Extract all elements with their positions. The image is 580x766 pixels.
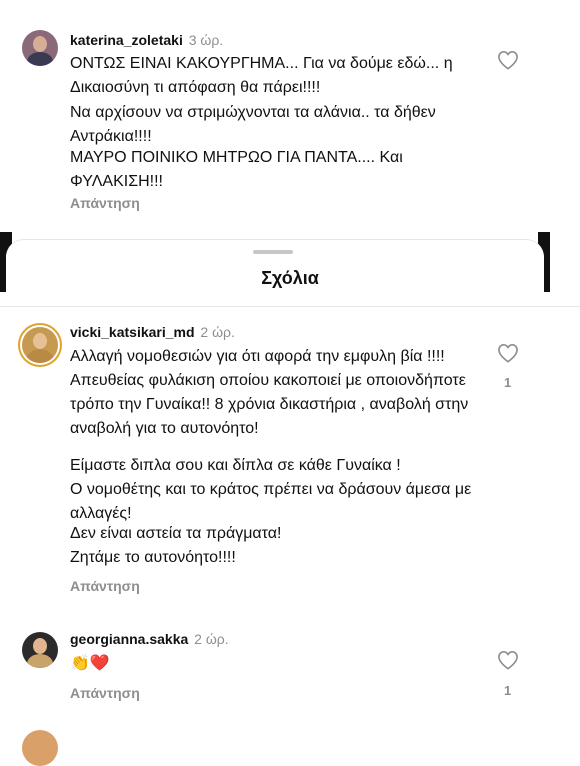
comment-text: Είμαστε διπλα σου και δίπλα σε κάθε Γυνα… — [70, 457, 401, 474]
comment-text: Ο νομοθέτης και το κράτος πρέπει να δράσ… — [70, 481, 472, 522]
sheet-title: Σχόλια — [261, 268, 319, 288]
heart-icon[interactable] — [497, 650, 519, 670]
timestamp: 3 ώρ. — [188, 32, 224, 48]
avatar[interactable] — [22, 327, 58, 363]
sheet-grabber[interactable] — [253, 250, 293, 254]
reply-button[interactable]: Απάντηση — [70, 685, 140, 701]
timestamp: 2 ώρ. — [200, 324, 235, 340]
reply-button[interactable]: Απάντηση — [70, 578, 140, 594]
avatar[interactable] — [22, 730, 58, 766]
like-count[interactable]: 1 — [504, 375, 511, 390]
username[interactable]: georgianna.sakka — [70, 631, 188, 647]
username[interactable]: katerina_zoletaki — [70, 32, 183, 48]
username[interactable]: vicki_katsikari_md — [70, 324, 195, 340]
comment-text: 👏❤️ — [70, 655, 110, 672]
divider — [0, 306, 580, 307]
comment-text: ΟΝΤΩΣ ΕΙΝΑΙ ΚΑΚΟΥΡΓΗΜΑ... Για να δούμε ε… — [70, 55, 453, 96]
avatar[interactable] — [22, 632, 58, 668]
heart-icon[interactable] — [497, 343, 519, 363]
like-count[interactable]: 1 — [504, 683, 511, 698]
comment-text: Αλλαγή νομοθεσιών για ότι αφορά την εμφυ… — [70, 348, 469, 437]
heart-icon[interactable] — [497, 50, 519, 70]
timestamp: 2 ώρ. — [194, 631, 229, 647]
comment-meta: georgianna.sakka 2 ώρ. — [70, 631, 229, 647]
reply-button[interactable]: Απάντηση — [70, 195, 140, 211]
comment-meta: vicki_katsikari_md 2 ώρ. — [70, 324, 235, 340]
comment-meta: katerina_zoletaki 3 ώρ. — [70, 32, 223, 48]
comment-text: ΜΑΥΡΟ ΠΟΙΝΙΚΟ ΜΗΤΡΩΟ ΓΙΑ ΠΑΝΤΑ.... Και Φ… — [70, 149, 403, 190]
comment-text: Ζητάμε το αυτονόητο!!!! — [70, 549, 236, 566]
comment-text: Να αρχίσουν να στριμώχνονται τα αλάνια..… — [70, 104, 436, 145]
avatar[interactable] — [22, 30, 58, 66]
comment-text: Δεν είναι αστεία τα πράγματα! — [70, 525, 282, 542]
